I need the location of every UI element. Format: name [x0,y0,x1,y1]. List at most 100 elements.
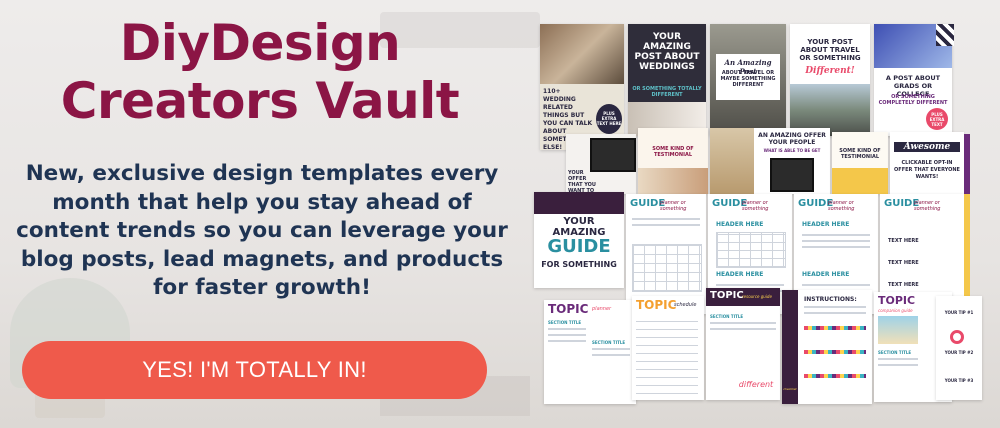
guide-script-4: planner or something [914,200,941,212]
text-line [632,218,700,220]
laptop-photo [590,138,636,172]
text-line [548,334,586,336]
phone-photo [770,158,814,192]
banner-title-line-1: DiyDesign [119,14,401,72]
guide-cover-template: YOUR AMAZING GUIDE FOR SOMETHING [534,192,624,288]
striped-corner [936,24,954,46]
text-line [802,240,870,242]
text-line [548,328,586,330]
grid-table [716,232,786,268]
coffee-photo [638,168,708,194]
guide-cover-line-2: GUIDE [547,236,611,257]
text-here-1: TEXT HERE [888,238,919,244]
color-strip [804,374,866,378]
header-here-1: HEADER HERE [716,221,764,228]
text-line [802,284,870,286]
guide-label-2: GUIDE [712,198,748,209]
amazing-post-subtitle: OR SOMETHING TOTALLY DIFFERENT [632,86,702,98]
testimonial-template: SOME KIND OF TESTIMONIAL [638,128,708,194]
guide-script-1: planner or something [660,200,687,212]
banner-title: DiyDesign Creators Vault [0,14,520,130]
wedding-things-template: 110+ WEDDING RELATED THINGS BUT YOU CAN … [540,24,624,150]
text-line [804,312,866,314]
beach-photo [878,316,918,344]
awesome-script: Awesome [894,142,960,152]
color-strip [804,326,866,330]
guide-cover-band [534,192,624,214]
text-line [548,340,586,342]
topic-title-5: TOPIC [878,294,916,307]
section-title-2: SECTION TITLE [592,340,626,345]
guide-label-3: GUIDE [798,198,834,209]
topic-script-2: schedule [674,302,697,308]
text-line [804,306,866,308]
text-line [802,234,870,236]
banner-description: New, exclusive design templates every mo… [16,161,508,300]
topic-resource-page: TOPIC resource guide SECTION TITLE diffe… [706,288,780,400]
section-title-1: SECTION TITLE [548,320,582,325]
instructions-title: INSTRUCTIONS: [804,296,857,303]
topic-title-2: TOPIC [636,298,677,312]
different-script: different [738,380,774,389]
join-vault-button[interactable]: YES! I'M TOTALLY IN! [22,341,487,399]
text-line [716,284,784,286]
promo-banner: DiyDesign Creators Vault New, exclusive … [0,0,1000,428]
testimonial2-text: SOME KIND OF TESTIMONIAL [839,148,881,160]
tip-2: YOUR TIP #2 [944,350,974,355]
text-line [592,348,630,350]
travel2-script: Different! [805,66,855,76]
desk-photo [710,128,754,194]
guide-script-2: planner or something [742,200,769,212]
guide-cover-line-3: FOR SOMETHING [541,260,617,269]
text-line [632,224,700,226]
wedding-things-badge: PLUS EXTRA TEXT HERE [596,104,622,134]
text-line [878,358,918,360]
header-here-4: HEADER HERE [802,271,850,278]
guide-cover-line-1: YOUR AMAZING [552,216,606,238]
text-line [710,328,776,330]
topic-script-3: resource guide [742,294,772,299]
topic-script-4: checklist [783,387,797,391]
testimonial-text: SOME KIND OF TESTIMONIAL [652,146,694,158]
tip-icon-lifebuoy [950,330,964,344]
section-title-5: SECTION TITLE [878,350,912,355]
grads-badge: PLUS EXTRA TEXT [926,108,948,130]
guide-label-1: GUIDE [630,198,666,209]
travel-post-template-2: YOUR POST ABOUT TRAVEL OR SOMETHING Diff… [790,24,870,136]
section-title-3: SECTION TITLE [710,314,744,319]
text-line [710,322,776,324]
tip-1: YOUR TIP #1 [944,310,974,315]
accent-bar [964,134,970,194]
header-here-2: HEADER HERE [716,271,764,278]
travel-text: ABOUT TRAVEL OR MAYBE SOMETHING DIFFEREN… [720,70,776,88]
banner-title-line-2: Creators Vault [60,72,460,130]
tip-3: YOUR TIP #3 [944,378,974,383]
travel-post-template: An Amazing Post ABOUT TRAVEL OR MAYBE SO… [710,24,786,136]
guide-label-4: GUIDE [884,198,920,209]
topic-schedule-page: TOPIC schedule [632,296,704,400]
amazing-post-title: YOUR AMAZING POST ABOUT WEDDINGS [634,32,700,72]
grads-subtitle: OR SOMETHING COMPLETELY DIFFERENT [878,94,948,106]
clickable-optin-text: CLICKABLE OPT-IN OFFER THAT EVERYONE WAN… [894,160,960,180]
offer-people-template: AN AMAZING OFFER YOUR PEOPLE WHAT IS ABL… [710,128,830,194]
offer-people-title: AN AMAZING OFFER YOUR PEOPLE [758,132,826,146]
color-strip [804,350,866,354]
travel2-title: YOUR POST ABOUT TRAVEL OR SOMETHING [799,38,861,62]
grid-table [632,244,702,292]
header-here-3: HEADER HERE [802,221,850,228]
topic-script-5: companion guide [878,308,913,313]
pineapple-photo [832,168,888,194]
topic-script-1: planner [592,306,612,312]
topic-title-1: TOPIC [548,302,589,316]
schedule-table [636,316,698,394]
offer-people-subtitle: WHAT IS ABLE TO BE GET [763,148,821,153]
text-here-3: TEXT HERE [888,282,919,288]
offer-template: YOUR OFFER THAT YOU WANT TO [566,134,636,194]
amazing-post-weddings-template: YOUR AMAZING POST ABOUT WEDDINGS OR SOME… [628,24,706,136]
table-photo [540,24,624,84]
text-line [802,246,870,248]
text-line [878,364,918,366]
awesome-optin-template: Awesome CLICKABLE OPT-IN OFFER THAT EVER… [890,132,964,194]
guide-script-3: planner or something [828,200,855,212]
topic-planner-page: TOPIC planner SECTION TITLE SECTION TITL… [544,300,636,404]
